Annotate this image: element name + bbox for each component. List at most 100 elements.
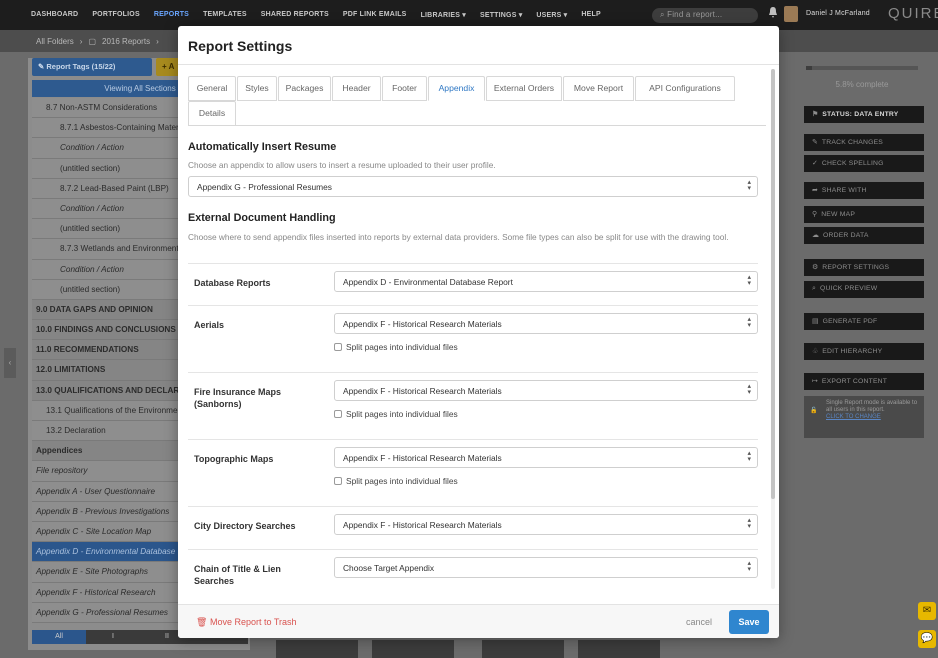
mail-icon[interactable]: ✉ [918, 602, 936, 620]
right-action-button[interactable]: ☁ ORDER DATA [804, 227, 924, 244]
appendix-select[interactable]: Appendix F - Historical Research Materia… [334, 313, 758, 334]
right-action-button[interactable]: ▤ GENERATE PDF [804, 313, 924, 330]
checkbox-box[interactable] [334, 477, 342, 485]
action-label: SHARE WITH [821, 187, 867, 194]
resume-appendix-select[interactable]: Appendix G - Professional Resumes ▴ ▾ [188, 176, 758, 197]
appendix-select[interactable]: Appendix F - Historical Research Materia… [334, 447, 758, 468]
action-label: CHECK SPELLING [821, 160, 884, 167]
nav-item[interactable]: TEMPLATES [196, 11, 254, 19]
tab-footer[interactable]: Footer [382, 76, 427, 101]
right-action-button[interactable]: ✓ CHECK SPELLING [804, 155, 924, 172]
right-action-button[interactable]: ➦ SHARE WITH [804, 182, 924, 199]
move-to-trash-label: Move Report to Trash [209, 617, 297, 627]
action-label: REPORT SETTINGS [822, 264, 890, 271]
single-report-note: 🔓 Single Report mode is available to all… [804, 396, 924, 438]
split-pages-checkbox[interactable]: Split pages into individual files [334, 409, 458, 419]
search-input[interactable]: ⌕ Find a report... [652, 8, 758, 23]
external-row: Fire Insurance Maps (Sanborns) Appendix F… [188, 372, 758, 432]
nav-item[interactable]: LIBRARIES ▾ [414, 11, 473, 19]
save-button[interactable]: Save [729, 610, 769, 634]
appendix-select-value: Appendix D - Environmental Database Repo… [343, 277, 513, 287]
action-icon: ☁ [812, 232, 819, 239]
move-to-trash-link[interactable]: 🗑 Move Report to Trash [196, 617, 297, 628]
tab-styles[interactable]: Styles [237, 76, 277, 101]
nav-item[interactable]: PORTFOLIOS [85, 11, 147, 19]
nav-item[interactable]: SHARED REPORTS [254, 11, 336, 19]
checkbox-box[interactable] [334, 410, 342, 418]
row-label: Database Reports [194, 278, 271, 288]
collapse-panel-handle[interactable]: ‹ [4, 348, 16, 378]
thumbnail [578, 640, 660, 658]
action-icon: ✎ [812, 139, 818, 146]
tab-appendix[interactable]: Appendix [428, 76, 485, 101]
right-action-button[interactable]: ✎ TRACK CHANGES [804, 134, 924, 151]
appendix-select[interactable]: Appendix D - Environmental Database Repo… [334, 271, 758, 292]
scrollbar-thumb[interactable] [771, 69, 775, 499]
action-icon: ▤ [812, 318, 819, 325]
external-row: Aerials Appendix F - Historical Research … [188, 305, 758, 365]
search-placeholder: Find a report... [667, 10, 723, 19]
breadcrumb-item[interactable]: 2016 Reports [102, 37, 150, 46]
select-arrows-icon: ▴ ▾ [747, 316, 751, 329]
checkbox-box[interactable] [334, 343, 342, 351]
nav-item[interactable]: PDF LINK EMAILS [336, 11, 414, 19]
bell-icon[interactable] [768, 7, 778, 18]
tab-general[interactable]: General [188, 76, 236, 101]
right-action-button[interactable]: ♧ EDIT HIERARCHY [804, 343, 924, 360]
action-icon: ➦ [812, 187, 818, 194]
click-to-change-link[interactable]: CLICK TO CHANGE [826, 414, 881, 420]
chat-icon[interactable]: 💬 [918, 630, 936, 648]
select-arrows-icon: ▴ ▾ [747, 450, 751, 463]
report-tags-button[interactable]: ✎ Report Tags (15/22) [32, 58, 152, 76]
appendix-select[interactable]: Choose Target Appendix ▴ ▾ [334, 557, 758, 578]
action-label: ORDER DATA [823, 232, 869, 239]
action-icon: ♧ [812, 348, 819, 355]
tree-filter-button[interactable]: All [32, 630, 86, 644]
tab-external-orders[interactable]: External Orders [486, 76, 562, 101]
tab-divider [188, 125, 766, 126]
appendix-select-value: Appendix F - Historical Research Materia… [343, 520, 502, 530]
action-icon: ✓ [812, 160, 818, 167]
modal-footer: 🗑 Move Report to Trash cancel Save [178, 604, 779, 638]
breadcrumb-item[interactable]: All Folders [36, 37, 74, 46]
avatar[interactable] [784, 6, 798, 22]
external-row: City Directory Searches Appendix F - Hist… [188, 506, 758, 542]
user-name[interactable]: Daniel J McFarland [806, 10, 870, 17]
nav-item[interactable]: REPORTS [147, 11, 196, 19]
external-row: Chain of Title & Lien Searches Choose Tar… [188, 549, 758, 603]
progress-bar [806, 66, 918, 70]
appendix-select[interactable]: Appendix F - Historical Research Materia… [334, 380, 758, 401]
action-label: EDIT HIERARCHY [822, 348, 883, 355]
nav-item[interactable]: HELP [574, 11, 607, 19]
right-action-button[interactable]: ↦ EXPORT CONTENT [804, 373, 924, 390]
tab-header[interactable]: Header [332, 76, 381, 101]
tab-packages[interactable]: Packages [278, 76, 331, 101]
nav-item[interactable]: DASHBOARD [24, 11, 85, 19]
action-label: EXPORT CONTENT [821, 378, 888, 385]
tab-move-report[interactable]: Move Report [563, 76, 634, 101]
report-settings-modal: Report Settings General Styles Packages Hea… [178, 26, 779, 638]
modal-scrollbar[interactable] [771, 69, 775, 589]
split-pages-checkbox[interactable]: Split pages into individual files [334, 476, 458, 486]
action-label: GENERATE PDF [822, 318, 878, 325]
row-label: City Directory Searches [194, 521, 296, 531]
right-action-button[interactable]: ⚲ NEW MAP [804, 206, 924, 223]
split-pages-checkbox[interactable]: Split pages into individual files [334, 342, 458, 352]
cancel-button[interactable]: cancel [686, 617, 712, 627]
right-action-button[interactable]: ⚑ STATUS: DATA ENTRY [804, 106, 924, 123]
tab-details[interactable]: Details [188, 101, 236, 126]
progress-text: 5.8% complete [835, 80, 889, 89]
right-action-button[interactable]: ⌕ QUICK PREVIEW [804, 281, 924, 298]
appendix-select[interactable]: Appendix F - Historical Research Materia… [334, 514, 758, 535]
split-pages-label: Split pages into individual files [346, 342, 458, 352]
right-action-button[interactable]: ⚙ REPORT SETTINGS [804, 259, 924, 276]
nav-item[interactable]: USERS ▾ [529, 11, 574, 19]
appendix-select-value: Appendix F - Historical Research Materia… [343, 453, 502, 463]
tree-filter-button[interactable]: I [86, 630, 140, 644]
appendix-select-value: Appendix F - Historical Research Materia… [343, 386, 502, 396]
trash-icon: 🗑 [196, 617, 208, 627]
progress-fill [806, 66, 813, 70]
nav-item[interactable]: SETTINGS ▾ [473, 11, 529, 19]
modal-header: Report Settings [178, 26, 779, 65]
tab-api-configurations[interactable]: API Configurations [635, 76, 735, 101]
